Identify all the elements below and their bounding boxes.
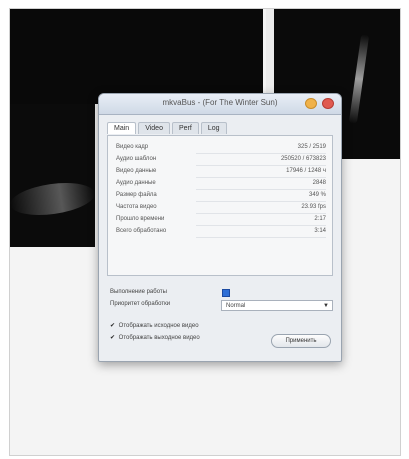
- stat-value: 250520 / 673823: [280, 156, 326, 162]
- stat-row: Всего обработано 3:14: [116, 226, 326, 238]
- stat-label: Прошло времени: [116, 216, 165, 222]
- stats-panel: Видео кадр 325 / 2519 Аудио шаблон 25052…: [107, 135, 333, 276]
- output-video-toggle[interactable]: ✔ Отображать выходное видео: [110, 334, 200, 341]
- stat-label: Видео кадр: [116, 144, 149, 150]
- priority-label: Приоритет обработки: [110, 301, 171, 307]
- stat-label: Видео данные: [116, 168, 157, 174]
- stat-row: Частота видео 23.93 fps: [116, 202, 326, 214]
- checkmark-icon: ✔: [110, 323, 116, 329]
- stat-row: Видео кадр 325 / 2519: [116, 142, 326, 154]
- stat-row: Аудио шаблон 250520 / 673823: [116, 154, 326, 166]
- stat-value: 2:17: [314, 216, 326, 222]
- priority-value: Normal: [226, 303, 246, 309]
- stat-row: Размер файла 349 %: [116, 190, 326, 202]
- apply-button[interactable]: Применить: [271, 334, 331, 348]
- close-icon[interactable]: [322, 98, 334, 109]
- stat-label: Аудио данные: [116, 180, 156, 186]
- tab-log[interactable]: Log: [200, 122, 227, 134]
- screenshot-frame: mkvaBus - (For The Winter Sun) Main Vide…: [9, 8, 401, 456]
- stat-value: 17946 / 1248 ч: [286, 168, 326, 174]
- tab-video[interactable]: Video: [138, 122, 170, 134]
- stat-value: 23.93 fps: [301, 204, 326, 210]
- desktop-background-left: [10, 9, 263, 104]
- stat-value: 2848: [312, 180, 326, 186]
- realtime-label: Выполнение работы: [110, 289, 167, 295]
- stat-label: Частота видео: [116, 204, 157, 210]
- desktop-background-middle: [10, 104, 95, 247]
- app-window: mkvaBus - (For The Winter Sun) Main Vide…: [98, 93, 342, 362]
- source-video-label: Отображать исходное видео: [118, 323, 199, 329]
- chevron-down-icon: ▼: [323, 303, 329, 309]
- tab-perf[interactable]: Perf: [171, 122, 199, 134]
- stat-label: Аудио шаблон: [116, 156, 157, 162]
- stat-row: Видео данные 17946 / 1248 ч: [116, 166, 326, 178]
- stat-value: 3:14: [314, 228, 326, 234]
- priority-select[interactable]: Normal ▼: [221, 300, 333, 311]
- minimize-icon[interactable]: [305, 98, 317, 109]
- stat-value: 325 / 2519: [297, 144, 326, 150]
- tab-main[interactable]: Main: [107, 122, 137, 134]
- source-video-toggle[interactable]: ✔ Отображать исходное видео: [110, 322, 199, 329]
- stat-value: 349 %: [308, 192, 326, 198]
- stat-row: Аудио данные 2848: [116, 178, 326, 190]
- stat-label: Всего обработано: [116, 228, 167, 234]
- checkmark-icon: ✔: [110, 335, 116, 341]
- output-video-label: Отображать выходное видео: [118, 335, 200, 341]
- stat-row: Прошло времени 2:17: [116, 214, 326, 226]
- stat-label: Размер файла: [116, 192, 157, 198]
- title-bar[interactable]: mkvaBus - (For The Winter Sun): [99, 94, 341, 115]
- realtime-checkbox[interactable]: [222, 289, 230, 297]
- tab-bar: Main Video Perf Log: [107, 122, 227, 134]
